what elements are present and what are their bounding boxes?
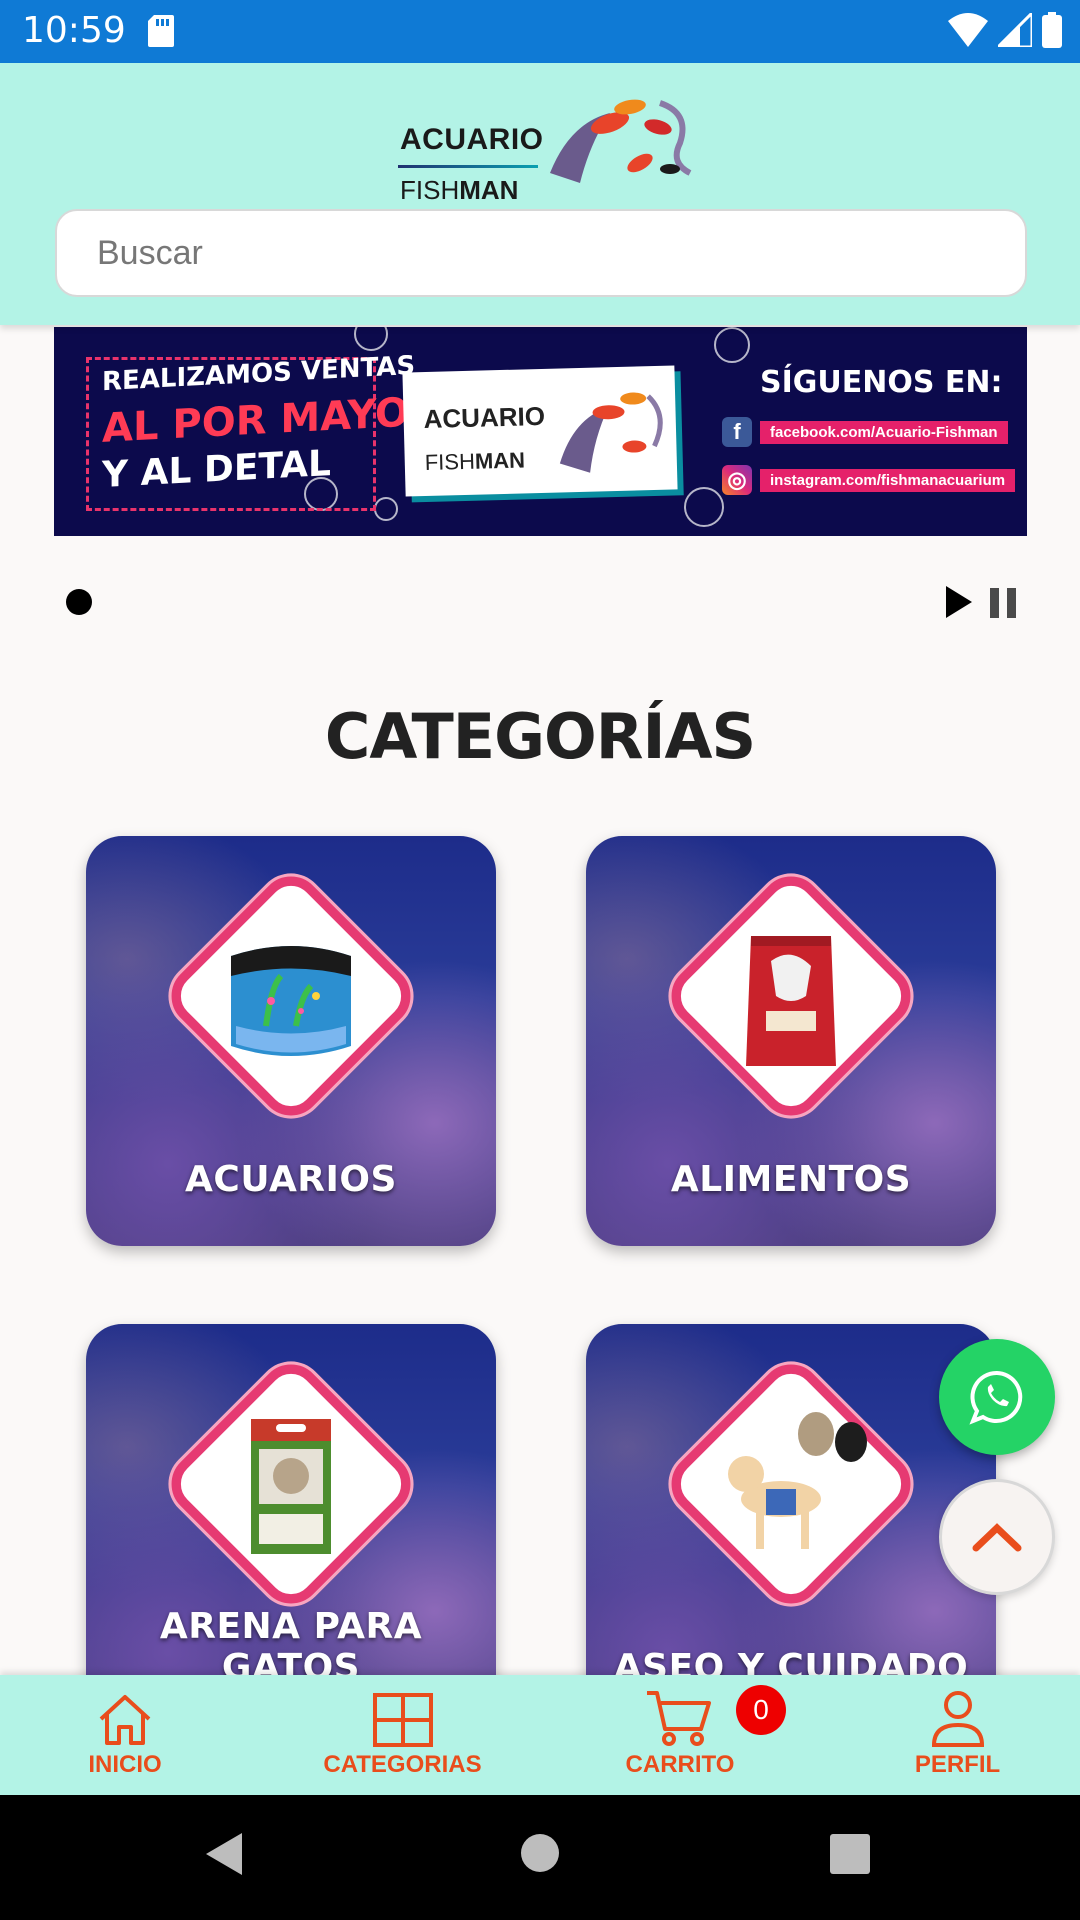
home-icon [99, 1695, 151, 1745]
logo-line2: FISHMAN [400, 175, 519, 205]
aquarium-product-image [231, 946, 351, 1056]
cat-litter-product-image [251, 1419, 331, 1554]
instagram-icon: ◎ [722, 465, 752, 495]
nav-label: PERFIL [914, 1751, 1001, 1778]
facebook-link-text: facebook.com/Acuario-Fishman [760, 420, 1008, 444]
nav-label: CARRITO [625, 1751, 735, 1778]
banner-instagram: ◎ instagram.com/fishmanacuarium [722, 465, 1016, 495]
signal-icon [998, 13, 1032, 47]
dog-food-product-image [746, 936, 836, 1066]
fish-logo-icon [550, 99, 692, 183]
instagram-link-text: instagram.com/fishmanacuarium [760, 468, 1016, 492]
back-icon[interactable] [204, 1831, 244, 1877]
wifi-icon [948, 13, 988, 47]
nav-inicio[interactable]: INICIO [50, 1675, 200, 1795]
bottom-navigation: INICIO CATEGORIAS CARRITO 0 PERFIL [0, 1675, 1080, 1795]
facebook-icon: f [722, 417, 752, 447]
user-icon [931, 1691, 984, 1747]
whatsapp-icon [969, 1370, 1023, 1425]
search-input[interactable] [57, 211, 1025, 295]
banner-logo: ACUARIO FISHMAN [402, 365, 678, 497]
cart-icon [647, 1691, 711, 1746]
bubble-decoration [714, 327, 750, 363]
banner-logo-line1: ACUARIO [423, 400, 546, 435]
category-card-arena-para-gatos[interactable]: ARENA PARA GATOS [86, 1324, 496, 1734]
nav-label: CATEGORIAS [323, 1751, 482, 1778]
categories-title: CATEGORÍAS [324, 700, 756, 773]
bubble-decoration [684, 487, 724, 527]
logo-underline [398, 165, 538, 168]
status-bar: 10:59 [0, 0, 1080, 63]
fish-logo-icon [559, 392, 663, 473]
banner-logo-line2: FISHMAN [424, 447, 526, 476]
carousel-pause-button[interactable] [990, 588, 1016, 618]
recents-icon[interactable] [830, 1834, 870, 1874]
category-label: ACUARIOS [185, 1159, 397, 1200]
category-label: ALIMENTOS [670, 1159, 912, 1200]
dog-care-product-image [728, 1412, 867, 1549]
app-header: ACUARIO FISHMAN [0, 63, 1080, 325]
carousel-indicator-dot[interactable] [66, 589, 92, 615]
battery-icon [1042, 12, 1062, 48]
nav-carrito[interactable]: CARRITO 0 [610, 1675, 786, 1795]
status-time: 10:59 [22, 10, 126, 51]
chevron-up-icon [972, 1523, 1022, 1552]
system-navigation-bar [0, 1795, 1080, 1920]
home-circle-icon[interactable] [520, 1833, 560, 1873]
category-card-alimentos[interactable]: ALIMENTOS [586, 836, 996, 1246]
whatsapp-button[interactable] [939, 1339, 1055, 1455]
category-card-aseo-y-cuidado[interactable]: ASEO Y CUIDADO [586, 1324, 996, 1734]
bubble-decoration [374, 497, 398, 521]
category-card-acuarios[interactable]: ACUARIOS [86, 836, 496, 1246]
scroll-to-top-button[interactable] [939, 1479, 1055, 1595]
bubble-decoration [354, 327, 388, 351]
app-logo[interactable]: ACUARIO FISHMAN [390, 83, 700, 205]
nav-perfil[interactable]: PERFIL [900, 1675, 1015, 1795]
promo-banner[interactable]: REALIZAMOS VENTAS AL POR MAYOR Y AL DETA… [54, 327, 1027, 536]
banner-facebook: f facebook.com/Acuario-Fishman [722, 417, 1008, 447]
search-box[interactable] [55, 209, 1027, 297]
sd-card-icon [148, 15, 174, 47]
grid-icon [372, 1693, 433, 1747]
carousel-play-button[interactable] [946, 586, 972, 618]
cart-count-badge: 0 [736, 1685, 786, 1735]
nav-categorias[interactable]: CATEGORIAS [310, 1675, 495, 1795]
banner-follow-text: SÍGUENOS EN: [760, 365, 1003, 400]
logo-line1: ACUARIO [400, 123, 544, 156]
nav-label: INICIO [88, 1751, 162, 1778]
